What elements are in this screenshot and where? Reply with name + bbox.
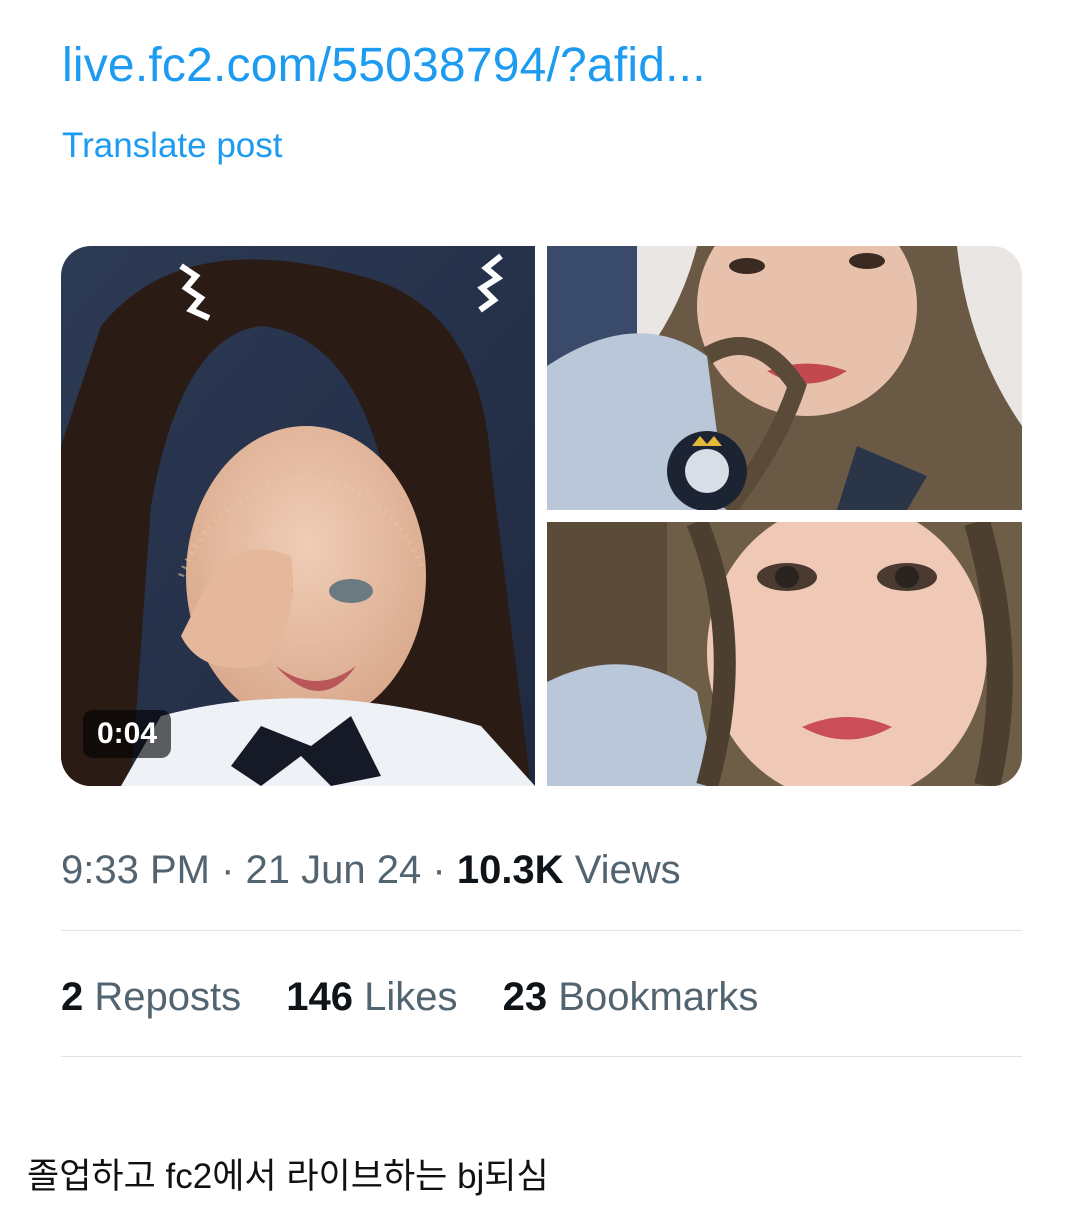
views-count: 10.3K	[456, 848, 564, 892]
media-grid: 0:04	[61, 246, 1022, 786]
likes-label: Likes	[364, 975, 458, 1019]
post-link[interactable]: live.fc2.com/55038794/?afid...	[62, 38, 706, 93]
bookmarks-label: Bookmarks	[558, 975, 759, 1019]
meta-separator: ·	[221, 848, 235, 892]
bookmarks-count: 23	[502, 975, 548, 1019]
photo-3[interactable]	[547, 522, 1022, 786]
post-meta: 9:33 PM · 21 Jun 24 · 10.3K Views	[61, 848, 681, 893]
caption-text: 졸업하고 fc2에서 라이브하는 bj되심	[27, 1157, 549, 1196]
post-time[interactable]: 9:33 PM	[61, 848, 210, 892]
photo-image	[547, 522, 1022, 786]
post-date[interactable]: 21 Jun 24	[246, 848, 422, 892]
translate-post-button[interactable]: Translate post	[62, 126, 282, 166]
reposts-label: Reposts	[94, 975, 242, 1019]
photo-2[interactable]	[547, 246, 1022, 510]
divider-top	[61, 930, 1022, 931]
meta-separator: ·	[432, 848, 446, 892]
video-thumbnail[interactable]: 0:04	[61, 246, 535, 786]
reposts-count: 2	[61, 975, 84, 1019]
video-image	[61, 246, 535, 786]
reposts-stat[interactable]: 2 Reposts	[61, 975, 252, 1019]
views-label: Views	[574, 848, 681, 892]
divider-bottom	[61, 1056, 1022, 1057]
bookmarks-stat[interactable]: 23 Bookmarks	[503, 975, 759, 1019]
engagement-stats: 2 Reposts 146 Likes 23 Bookmarks	[61, 975, 792, 1020]
video-duration-badge: 0:04	[83, 710, 172, 758]
likes-count: 146	[286, 975, 353, 1019]
photo-image	[547, 246, 1022, 510]
likes-stat[interactable]: 146 Likes	[286, 975, 468, 1019]
